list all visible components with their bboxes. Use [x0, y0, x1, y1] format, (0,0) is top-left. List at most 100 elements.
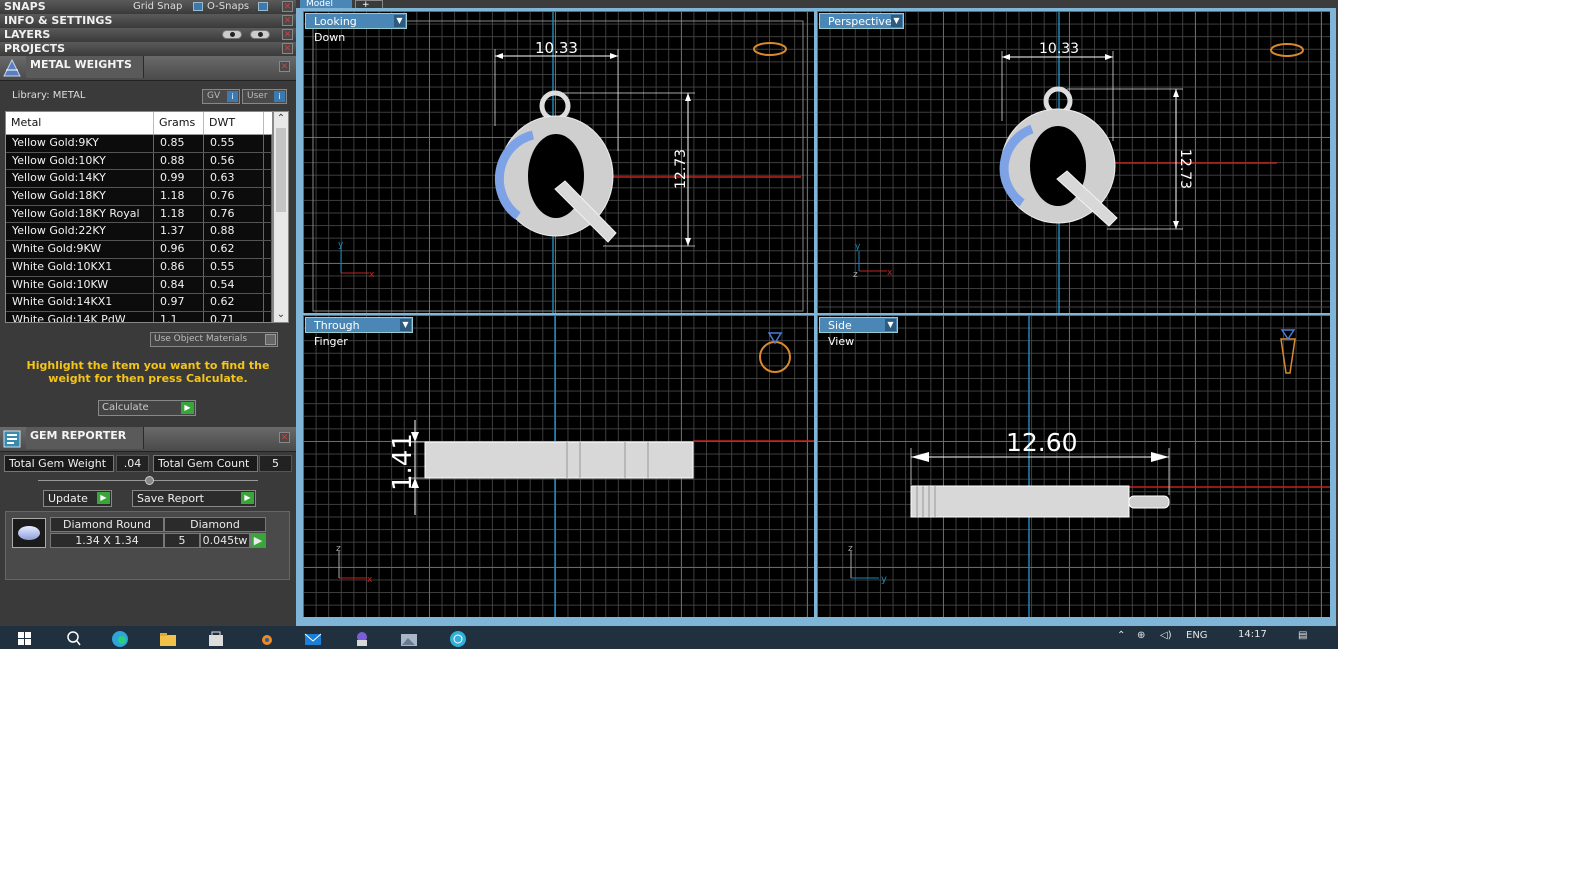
- user-library-button[interactable]: User i: [242, 89, 287, 104]
- language-indicator[interactable]: ENG: [1186, 630, 1208, 641]
- play-arrow-icon: ▶: [97, 492, 110, 504]
- axis-z-label: z: [848, 544, 853, 554]
- app-window: SNAPS Grid Snap O-Snaps ✕ INFO & SETTING…: [0, 0, 1338, 649]
- metal-name-cell: Yellow Gold:18KY Royal: [6, 205, 154, 223]
- library-label: Library: METAL: [12, 90, 86, 101]
- scroll-up-icon[interactable]: ⌃: [274, 112, 288, 126]
- network-icon[interactable]: ⊕: [1137, 630, 1145, 641]
- calculate-button[interactable]: Calculate ▶: [98, 400, 196, 416]
- dim-height-text: 12.73: [1177, 149, 1193, 189]
- o-snaps-label[interactable]: O-Snaps: [207, 0, 249, 14]
- column-header-dwt[interactable]: DWT: [204, 112, 264, 134]
- notifications-icon[interactable]: ▤: [1298, 630, 1307, 641]
- file-explorer-icon[interactable]: [157, 629, 179, 647]
- viewport-perspective[interactable]: 10.33 12.73 x y z Perspective ▼: [817, 11, 1330, 313]
- chevron-down-icon[interactable]: ▼: [891, 15, 902, 27]
- close-icon[interactable]: ✕: [282, 43, 293, 54]
- play-arrow-icon: ▶: [241, 492, 254, 504]
- gem-shape[interactable]: Diamond Round: [50, 517, 164, 532]
- viewport-through-finger[interactable]: 1.41 x z Through Finger ▼: [303, 315, 814, 617]
- photos-icon[interactable]: [398, 629, 420, 647]
- store-icon[interactable]: [205, 629, 227, 647]
- play-arrow-icon[interactable]: ▶: [250, 533, 266, 548]
- table-row[interactable]: Yellow Gold:18KY Royal 1.18 0.76: [6, 205, 272, 224]
- clock-time[interactable]: 14:17: [1238, 629, 1267, 640]
- grams-cell: 0.97: [154, 294, 204, 311]
- splitter-handle[interactable]: [145, 476, 154, 485]
- scale-icon: [3, 58, 21, 77]
- viewport-side-view[interactable]: 12.60 y z Side View ▼: [817, 315, 1330, 617]
- table-row[interactable]: White Gold:10KX1 0.86 0.55: [6, 258, 272, 277]
- close-icon[interactable]: ✕: [282, 15, 293, 26]
- grams-cell: 0.99: [154, 170, 204, 188]
- dwt-cell: 0.55: [204, 258, 264, 276]
- column-header-grams[interactable]: Grams: [154, 112, 204, 134]
- volume-icon[interactable]: ◁): [1160, 630, 1172, 641]
- calculate-hint: Highlight the item you want to find the …: [26, 359, 270, 385]
- close-icon[interactable]: ✕: [282, 1, 293, 12]
- table-row[interactable]: Yellow Gold:10KY 0.88 0.56: [6, 152, 272, 171]
- snaps-header[interactable]: SNAPS Grid Snap O-Snaps ✕: [0, 0, 296, 15]
- report-icon: [3, 430, 21, 448]
- game-icon[interactable]: [351, 629, 373, 647]
- table-row[interactable]: White Gold:14K PdW 1.1 0.71: [6, 311, 272, 322]
- dwt-cell: 0.76: [204, 205, 264, 223]
- viewport-label-perspective[interactable]: Perspective ▼: [819, 13, 904, 29]
- metal-table-scrollbar[interactable]: ⌃ ⌄: [273, 111, 289, 323]
- blender-icon[interactable]: [254, 629, 276, 647]
- chevron-up-icon[interactable]: ⌃: [1117, 630, 1125, 641]
- windows-start-icon[interactable]: [14, 629, 36, 647]
- table-row[interactable]: White Gold:14KX1 0.97 0.62: [6, 294, 272, 312]
- close-icon[interactable]: ✕: [279, 61, 290, 72]
- total-gem-count-value: 5: [259, 455, 292, 472]
- table-row[interactable]: Yellow Gold:22KY 1.37 0.88: [6, 223, 272, 242]
- close-icon[interactable]: ✕: [279, 432, 290, 443]
- o-snaps-checkbox[interactable]: [258, 2, 268, 11]
- projects-header[interactable]: PROJECTS ✕: [0, 42, 296, 57]
- total-gem-count-label: Total Gem Count: [153, 455, 258, 472]
- looking-down-scene: 10.33 12.73 x y: [312, 11, 804, 313]
- chevron-down-icon[interactable]: ▼: [394, 15, 405, 27]
- scroll-thumb[interactable]: [276, 128, 286, 212]
- grams-cell: 0.86: [154, 258, 204, 276]
- table-row[interactable]: White Gold:9KW 0.96 0.62: [6, 241, 272, 259]
- ring-view-icon: [753, 42, 787, 56]
- gem-type[interactable]: Diamond: [164, 517, 266, 532]
- search-icon[interactable]: [63, 629, 85, 647]
- eye-icon[interactable]: [250, 30, 270, 39]
- chevron-down-icon[interactable]: ▼: [885, 319, 896, 331]
- matrix-app-icon[interactable]: [447, 629, 469, 647]
- table-row[interactable]: White Gold:10KW 0.84 0.54: [6, 276, 272, 295]
- metal-name-cell: White Gold:14KX1: [6, 294, 154, 311]
- scroll-down-icon[interactable]: ⌄: [274, 308, 288, 322]
- viewport-label-side-view[interactable]: Side View ▼: [819, 317, 898, 348]
- table-row[interactable]: Yellow Gold:9KY 0.85 0.55: [6, 135, 272, 153]
- grid-snap-checkbox[interactable]: [193, 2, 203, 11]
- grid-snap-label[interactable]: Grid Snap: [133, 0, 182, 14]
- perspective-scene: 10.33 12.73 x y z: [817, 11, 1330, 313]
- table-row[interactable]: Yellow Gold:14KY 0.99 0.63: [6, 170, 272, 189]
- chevron-down-icon[interactable]: ▼: [400, 319, 411, 331]
- ring-view-icon: [1270, 43, 1304, 57]
- layer-toggle-icon[interactable]: [222, 30, 242, 39]
- viewport-label-looking-down[interactable]: Looking Down ▼: [305, 13, 407, 44]
- viewport-name: Perspective: [828, 15, 892, 28]
- mail-icon[interactable]: [302, 629, 324, 647]
- total-gem-weight-value: .04: [116, 455, 149, 472]
- viewport-looking-down[interactable]: 10.33 12.73 x y Looking Down ▼: [303, 11, 814, 313]
- grams-cell: 1.37: [154, 223, 204, 241]
- gv-library-button[interactable]: GV i: [202, 89, 240, 104]
- update-button[interactable]: Update ▶: [43, 490, 112, 507]
- column-header-metal[interactable]: Metal: [6, 112, 154, 134]
- layers-header[interactable]: LAYERS ✕: [0, 28, 296, 43]
- save-report-button[interactable]: Save Report ▶: [132, 490, 256, 507]
- axis-z-label: z: [336, 544, 341, 554]
- table-row[interactable]: Yellow Gold:18KY 1.18 0.76: [6, 188, 272, 206]
- close-icon[interactable]: ✕: [282, 29, 293, 40]
- edge-browser-icon[interactable]: [109, 629, 131, 647]
- info-settings-header[interactable]: INFO & SETTINGS ✕: [0, 14, 296, 29]
- metal-name-cell: Yellow Gold:14KY: [6, 170, 154, 188]
- viewport-label-through-finger[interactable]: Through Finger ▼: [305, 317, 413, 348]
- row-padding: [264, 294, 272, 311]
- use-object-materials-toggle[interactable]: Use Object Materials: [150, 332, 278, 347]
